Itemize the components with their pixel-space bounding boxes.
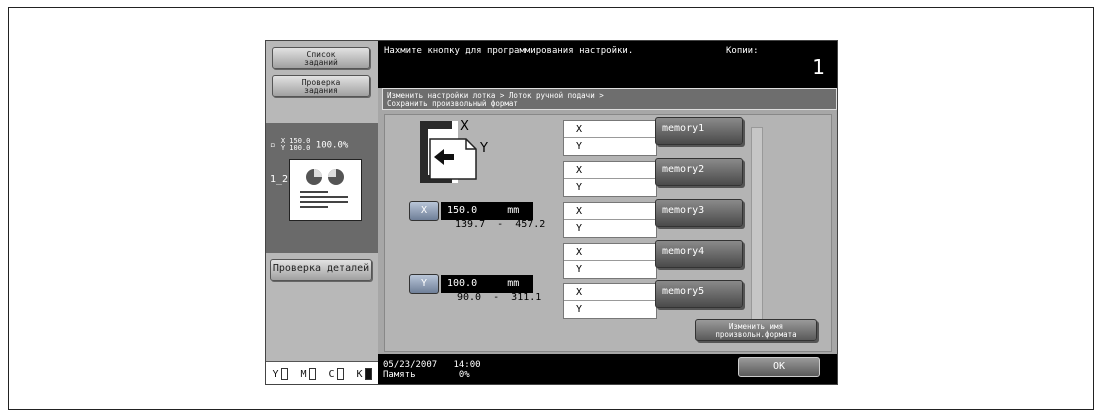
toner-k: K (356, 368, 372, 380)
memory-slot-5: X Y memory5 (563, 280, 763, 319)
x-size-range: 139.7 - 457.2 (455, 219, 546, 230)
memory-slot-4: X Y memory4 (563, 240, 763, 279)
toner-m: M (300, 368, 316, 380)
bypass-tray-paper-icon: X Y (420, 119, 510, 185)
memory-2-x: X (564, 162, 656, 179)
job-list-button[interactable]: Список заданий (272, 47, 370, 69)
memory-1-x: X (564, 121, 656, 138)
copies-label: Копии: (726, 46, 759, 56)
y-size-range: 90.0 - 311.1 (457, 292, 542, 303)
memory-1-values: X Y (563, 120, 657, 156)
toner-levels: Y M C K (266, 361, 378, 384)
memory-4-button[interactable]: memory4 (655, 240, 743, 268)
memory-1-button[interactable]: memory1 (655, 117, 743, 145)
x-size-value: 150.0 mm (441, 202, 533, 220)
memory-3-values: X Y (563, 202, 657, 238)
icon-y-label: Y (480, 141, 488, 156)
date-memory-status: 05/23/2007 14:00 Память 0% (383, 360, 481, 380)
toner-y: Y (272, 368, 288, 380)
message-bar: Нахмите кнопку для программирования наст… (378, 41, 837, 88)
breadcrumb: Изменить настройки лотка > Лоток ручной … (382, 88, 837, 110)
memory-slot-1: X Y memory1 (563, 117, 763, 156)
breadcrumb-text: Изменить настройки лотка > Лоток ручной … (387, 91, 604, 108)
memory-4-x: X (564, 244, 656, 261)
memory-4-y: Y (576, 264, 583, 275)
memory-2-button[interactable]: memory2 (655, 158, 743, 186)
memory-5-y: Y (576, 304, 583, 315)
memory-3-button[interactable]: memory3 (655, 199, 743, 227)
control-panel-screen: Список заданий Проверка задания ▫ X 150.… (265, 40, 838, 385)
left-panel: Список заданий Проверка задания ▫ X 150.… (266, 41, 378, 384)
x-size-button[interactable]: X (409, 201, 439, 221)
zoom-readout: 100.0% (315, 140, 349, 151)
instruction-message: Нахмите кнопку для программирования наст… (384, 46, 634, 56)
icon-x-label: X (460, 119, 469, 134)
memory-2-values: X Y (563, 161, 657, 197)
toner-c: C (328, 368, 344, 380)
status-bar: 05/23/2007 14:00 Память 0% OK (378, 354, 837, 384)
preview-size: ▫ X 150.0 Y 100.0 100.0% (270, 138, 348, 152)
memory-5-values: X Y (563, 283, 657, 319)
memory-3-y: Y (576, 223, 583, 234)
memory-2-y: Y (576, 182, 583, 193)
y-size-value: 100.0 mm (441, 275, 533, 293)
memory-slot-3: X Y memory3 (563, 199, 763, 238)
job-check-button[interactable]: Проверка задания (272, 75, 370, 97)
custom-size-panel: X Y X 150.0 mm 139.7 - 457.2 Y 100.0 mm … (384, 114, 832, 352)
memory-5-x: X (564, 284, 656, 301)
memory-5-button[interactable]: memory5 (655, 280, 743, 308)
copies-count: 1 (812, 55, 825, 79)
page-thumbnail (289, 159, 362, 221)
pages-per-sheet-icon: 1̲2 (270, 174, 289, 185)
y-size-button[interactable]: Y (409, 274, 439, 294)
memory-1-y: Y (576, 141, 583, 152)
memory-4-values: X Y (563, 243, 657, 279)
paper-small-icon: ▫ (270, 140, 276, 151)
size-xy-readout: X 150.0 Y 100.0 (280, 137, 311, 152)
memory-slot-2: X Y memory2 (563, 158, 763, 197)
rename-custom-size-button[interactable]: Изменить имя произвольн.формата (695, 319, 817, 341)
memory-3-x: X (564, 203, 656, 220)
detail-check-button[interactable]: Проверка деталей (270, 259, 372, 281)
ok-button[interactable]: OK (738, 357, 820, 377)
